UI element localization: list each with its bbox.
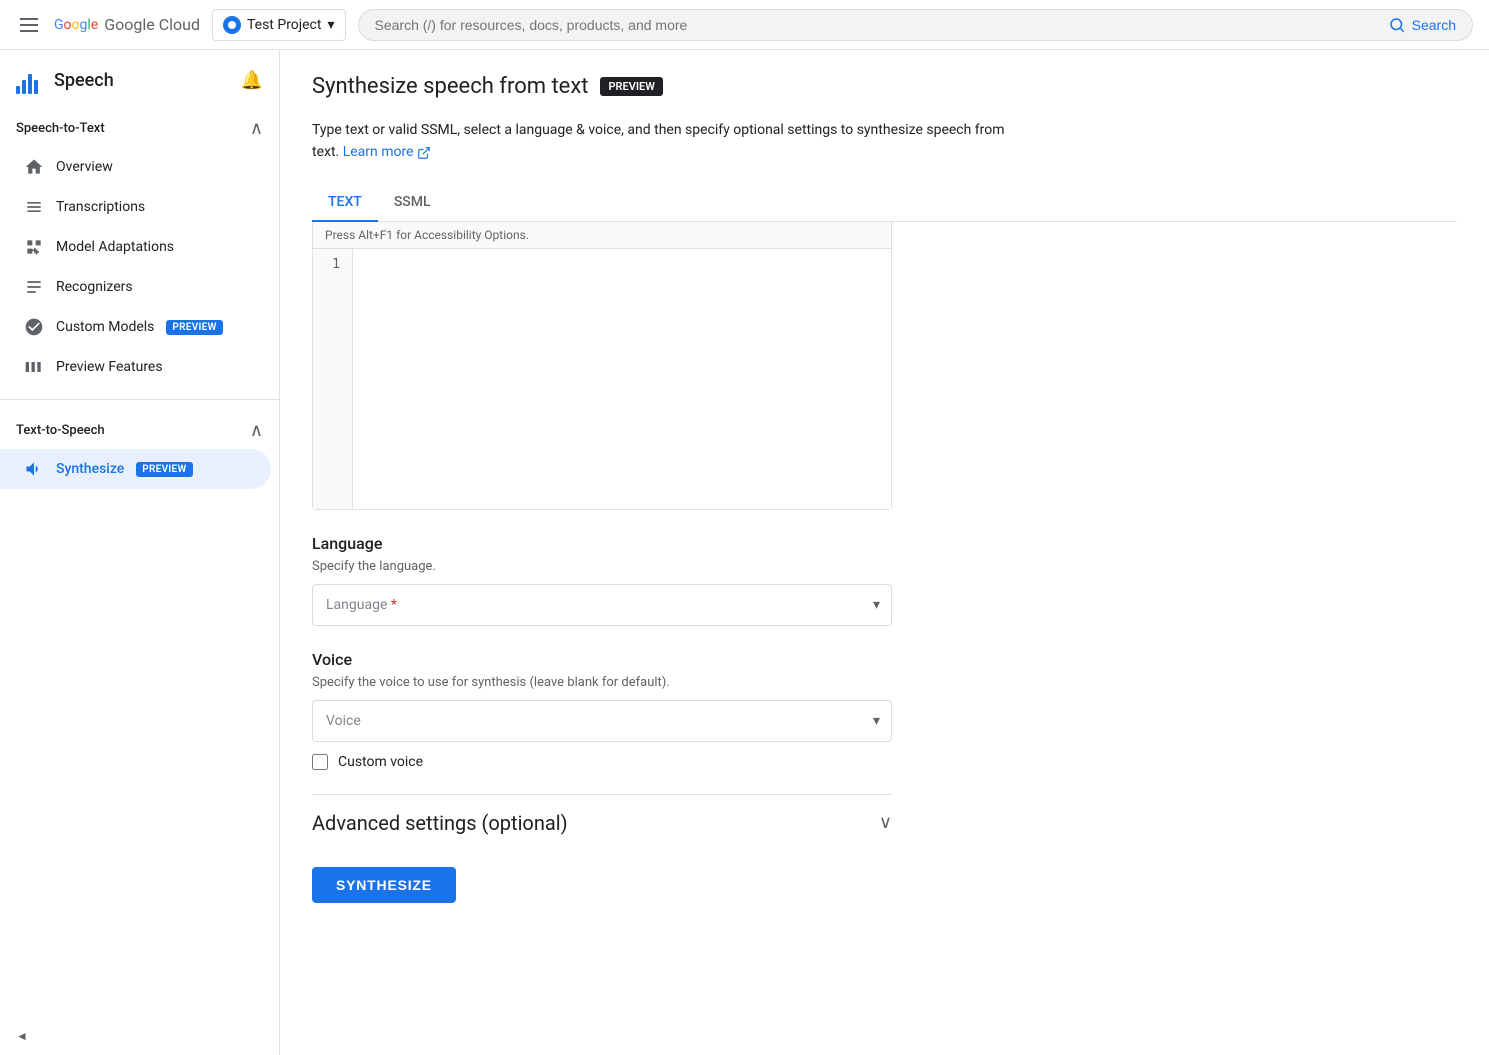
top-navigation: Google Google Cloud Test Project ▾ Searc… bbox=[0, 0, 1489, 50]
editor-body: 1 bbox=[313, 249, 891, 509]
speech-to-text-label: Speech-to-Text bbox=[16, 121, 105, 136]
editor-accessibility-hint: Press Alt+F1 for Accessibility Options. bbox=[313, 222, 891, 249]
language-section-title: Language bbox=[312, 534, 892, 553]
speech-to-text-collapse-icon: ∧ bbox=[250, 118, 263, 139]
voice-select-wrapper: ▾ Voice bbox=[312, 700, 892, 742]
speech-to-text-section: Speech-to-Text ∧ Overview Transcriptions bbox=[0, 102, 279, 395]
sidebar-item-synthesize[interactable]: Synthesize PREVIEW bbox=[0, 449, 271, 489]
main-layout: Speech 🔔 Speech-to-Text ∧ Overview Trans… bbox=[0, 50, 1489, 1055]
sidebar-item-custom-models-label: Custom Models bbox=[56, 319, 154, 335]
google-logo-text: Google bbox=[54, 17, 98, 33]
sidebar-item-preview-features[interactable]: Preview Features bbox=[0, 347, 271, 387]
home-icon bbox=[24, 157, 44, 177]
text-to-speech-label: Text-to-Speech bbox=[16, 423, 105, 438]
collapse-icon: ◄ bbox=[16, 1029, 28, 1043]
voice-section-desc: Specify the voice to use for synthesis (… bbox=[312, 675, 892, 690]
sidebar: Speech 🔔 Speech-to-Text ∧ Overview Trans… bbox=[0, 50, 280, 1055]
google-cloud-logo[interactable]: Google Google Cloud bbox=[54, 15, 200, 34]
voice-section: Voice Specify the voice to use for synth… bbox=[312, 650, 892, 770]
custom-voice-label: Custom voice bbox=[338, 754, 423, 770]
project-name: Test Project bbox=[247, 17, 321, 33]
editor-line-numbers: 1 bbox=[313, 249, 353, 509]
sidebar-item-model-adaptations-label: Model Adaptations bbox=[56, 239, 174, 255]
language-section: Language Specify the language. ▾ Languag… bbox=[312, 534, 892, 626]
model-adaptations-icon bbox=[24, 237, 44, 257]
tab-ssml[interactable]: SSML bbox=[378, 184, 447, 222]
speech-to-text-header[interactable]: Speech-to-Text ∧ bbox=[0, 110, 279, 147]
text-to-speech-section: Text-to-Speech ∧ Synthesize PREVIEW bbox=[0, 404, 279, 497]
learn-more-label: Learn more bbox=[343, 141, 414, 163]
advanced-settings-row[interactable]: Advanced settings (optional) ∨ bbox=[312, 794, 892, 851]
text-to-speech-header[interactable]: Text-to-Speech ∧ bbox=[0, 412, 279, 449]
synthesize-preview-badge: PREVIEW bbox=[136, 462, 192, 477]
transcriptions-icon bbox=[24, 197, 44, 217]
language-select[interactable] bbox=[312, 584, 892, 626]
page-title-row: Synthesize speech from text PREVIEW bbox=[312, 74, 1457, 99]
sidebar-header: Speech 🔔 bbox=[0, 50, 279, 102]
sidebar-divider bbox=[0, 399, 279, 400]
language-select-wrapper: ▾ Language * bbox=[312, 584, 892, 626]
sidebar-item-synthesize-label: Synthesize bbox=[56, 461, 124, 477]
sidebar-item-overview-label: Overview bbox=[56, 159, 113, 175]
synthesize-button[interactable]: SYNTHESIZE bbox=[312, 867, 456, 903]
text-to-speech-collapse-icon: ∧ bbox=[250, 420, 263, 441]
custom-models-icon bbox=[24, 317, 44, 337]
sidebar-item-transcriptions-label: Transcriptions bbox=[56, 199, 145, 215]
search-button[interactable]: Search bbox=[1388, 16, 1456, 34]
sidebar-item-preview-features-label: Preview Features bbox=[56, 359, 163, 375]
page-title-preview-badge: PREVIEW bbox=[600, 77, 662, 96]
sidebar-item-recognizers[interactable]: Recognizers bbox=[0, 267, 271, 307]
hamburger-menu[interactable] bbox=[16, 14, 42, 36]
advanced-settings-chevron-icon: ∨ bbox=[879, 812, 892, 833]
sidebar-title-row: Speech bbox=[16, 66, 114, 94]
sidebar-collapse-button[interactable]: ◄ bbox=[0, 1017, 279, 1055]
tab-text[interactable]: TEXT bbox=[312, 184, 378, 222]
editor-textarea[interactable] bbox=[353, 249, 891, 509]
project-icon bbox=[223, 16, 241, 34]
sidebar-item-model-adaptations[interactable]: Model Adaptations bbox=[0, 227, 271, 267]
text-editor-container: Press Alt+F1 for Accessibility Options. … bbox=[312, 222, 892, 510]
editor-tabs: TEXT SSML bbox=[312, 184, 1457, 222]
recognizers-icon bbox=[24, 277, 44, 297]
page-title: Synthesize speech from text bbox=[312, 74, 588, 99]
advanced-settings-title: Advanced settings (optional) bbox=[312, 811, 568, 835]
custom-voice-row: Custom voice bbox=[312, 754, 892, 770]
learn-more-link[interactable]: Learn more bbox=[343, 141, 431, 163]
synthesize-icon bbox=[24, 459, 44, 479]
cloud-label: Google Cloud bbox=[104, 15, 200, 34]
preview-features-icon bbox=[24, 357, 44, 377]
custom-voice-checkbox[interactable] bbox=[312, 754, 328, 770]
sidebar-item-overview[interactable]: Overview bbox=[0, 147, 271, 187]
sidebar-item-transcriptions[interactable]: Transcriptions bbox=[0, 187, 271, 227]
voice-section-title: Voice bbox=[312, 650, 892, 669]
sidebar-app-title: Speech bbox=[54, 70, 114, 91]
project-dropdown-icon: ▾ bbox=[327, 17, 334, 33]
speech-app-icon bbox=[16, 66, 44, 94]
notification-bell-icon[interactable]: 🔔 bbox=[241, 70, 263, 91]
project-selector[interactable]: Test Project ▾ bbox=[212, 9, 346, 41]
main-content: Synthesize speech from text PREVIEW Type… bbox=[280, 50, 1489, 1055]
search-bar: Search bbox=[358, 9, 1474, 41]
search-icon bbox=[1388, 16, 1406, 34]
sidebar-item-recognizers-label: Recognizers bbox=[56, 279, 133, 295]
external-link-icon bbox=[417, 146, 431, 160]
sidebar-item-custom-models[interactable]: Custom Models PREVIEW bbox=[0, 307, 271, 347]
search-input[interactable] bbox=[375, 17, 1380, 33]
language-section-desc: Specify the language. bbox=[312, 559, 892, 574]
voice-select[interactable] bbox=[312, 700, 892, 742]
page-description: Type text or valid SSML, select a langua… bbox=[312, 119, 1012, 164]
search-button-label: Search bbox=[1412, 17, 1456, 33]
line-number-1: 1 bbox=[325, 257, 340, 272]
custom-models-preview-badge: PREVIEW bbox=[166, 320, 222, 335]
